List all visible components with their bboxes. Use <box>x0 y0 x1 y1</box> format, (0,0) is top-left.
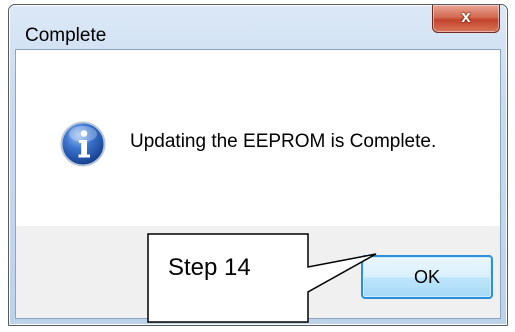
step-callout-label: Step 14 <box>168 254 251 281</box>
dialog-client-area: Updating the EEPROM is Complete. OK <box>15 49 501 319</box>
close-icon: x <box>461 7 471 26</box>
dialog-message: Updating the EEPROM is Complete. <box>130 131 437 152</box>
info-icon <box>60 121 106 167</box>
close-button[interactable]: x <box>432 5 500 33</box>
ok-button[interactable]: OK <box>361 255 493 299</box>
title-bar[interactable]: Complete x <box>9 5 507 49</box>
complete-dialog: Complete x Updating the EEPROM is Comple… <box>8 4 508 326</box>
dialog-title: Complete <box>25 25 107 46</box>
message-area: Updating the EEPROM is Complete. <box>16 50 500 226</box>
